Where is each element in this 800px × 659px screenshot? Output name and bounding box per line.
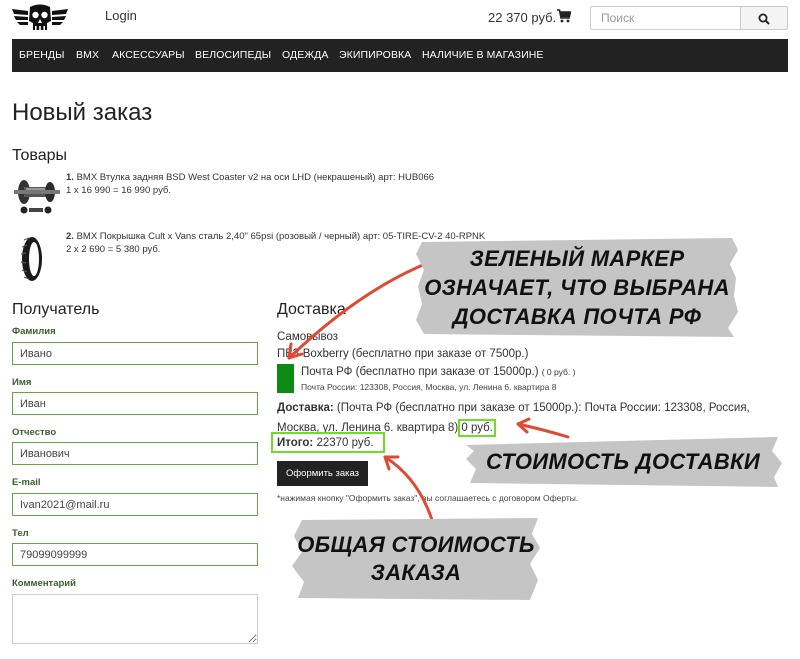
marker-note-line: означает, что выбрана: [424, 275, 730, 300]
delivery-cost-callout-text: Стоимость доставки: [486, 449, 760, 474]
marker-note-line: Зеленый маркер: [469, 246, 685, 271]
marker-callout-text: Зеленый маркер означает, что выбрана дос…: [420, 244, 734, 331]
total-note-line: заказа: [370, 560, 462, 585]
total-note-line: Общая стоимость: [297, 532, 535, 557]
total-cost-callout-text: Общая стоимость заказа: [296, 531, 536, 587]
marker-note-line: доставка Почта РФ: [452, 304, 702, 329]
